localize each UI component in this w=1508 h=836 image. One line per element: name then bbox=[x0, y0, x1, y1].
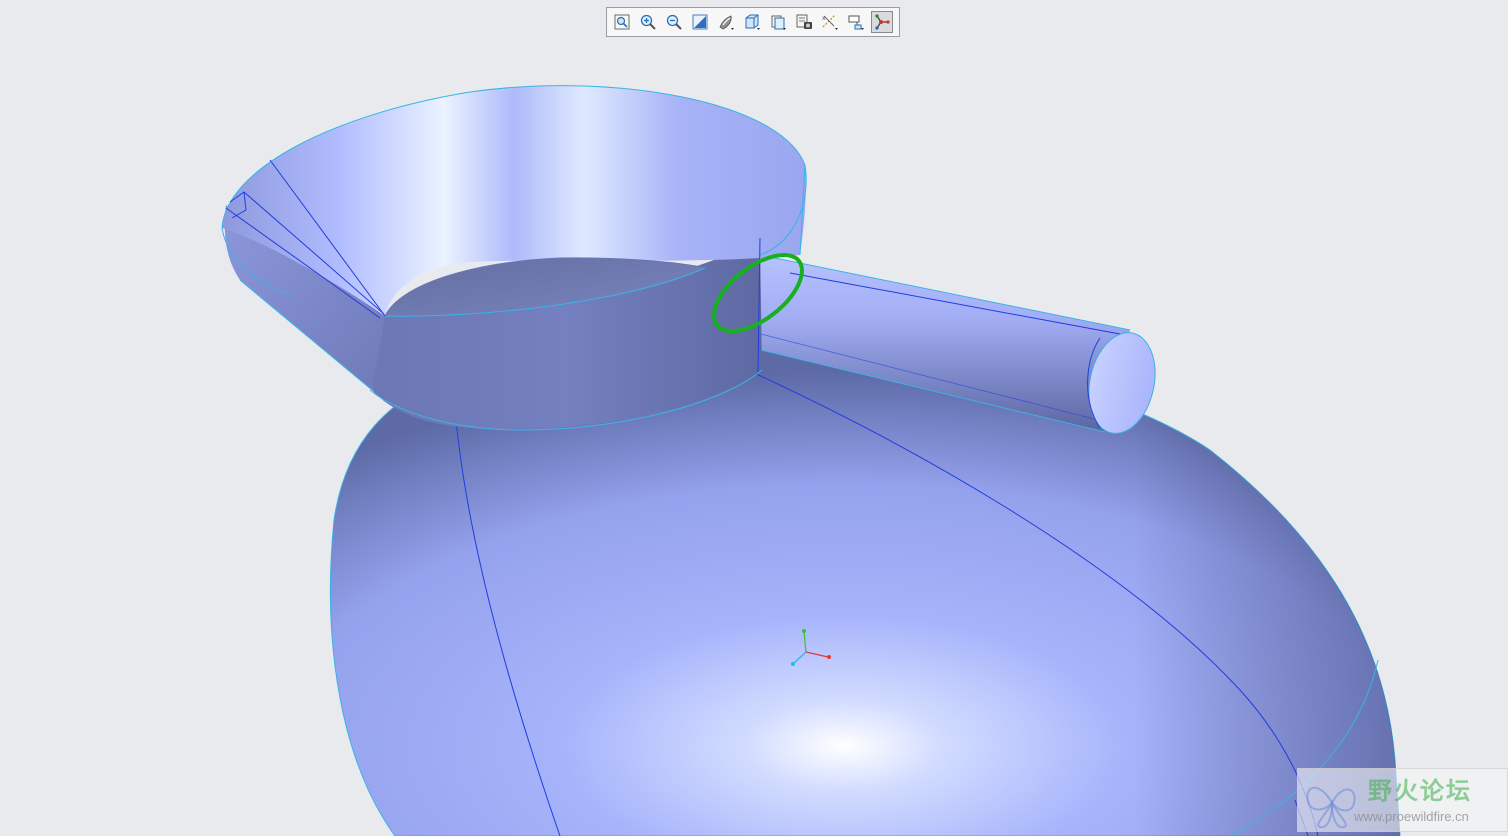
butterfly-logo-icon bbox=[1306, 786, 1356, 829]
spin-center-icon bbox=[875, 14, 890, 30]
refit-button[interactable] bbox=[611, 11, 633, 33]
annotation-display-button[interactable] bbox=[845, 11, 867, 33]
saved-orientations-icon bbox=[745, 14, 760, 30]
svg-text:x: x bbox=[822, 15, 826, 22]
refit-icon bbox=[614, 14, 630, 30]
zoom-in-button[interactable] bbox=[637, 11, 659, 33]
funnel-surface[interactable] bbox=[221, 85, 807, 431]
zoom-out-icon bbox=[666, 14, 682, 30]
annotation-display-icon bbox=[848, 15, 864, 30]
model-view[interactable] bbox=[0, 0, 1508, 836]
view-manager-button[interactable] bbox=[767, 11, 789, 33]
saved-orientations-button[interactable] bbox=[741, 11, 763, 33]
spin-center-button[interactable] bbox=[871, 11, 893, 33]
repaint-icon bbox=[692, 14, 708, 30]
display-style-icon bbox=[719, 15, 734, 30]
datum-display-filters-button[interactable]: x bbox=[819, 11, 841, 33]
view-manager-icon bbox=[771, 15, 786, 30]
graphics-toolbar: x bbox=[606, 7, 900, 37]
zoom-out-button[interactable] bbox=[663, 11, 685, 33]
perspective-view-icon bbox=[796, 14, 812, 29]
repaint-button[interactable] bbox=[689, 11, 711, 33]
watermark-title: 野火论坛 bbox=[1368, 777, 1472, 805]
zoom-in-icon bbox=[640, 14, 656, 30]
watermark-url: www.proewildfire.cn bbox=[1354, 809, 1469, 824]
datum-display-filters-icon: x bbox=[822, 14, 838, 30]
graphics-area[interactable]: x 野火论坛 www.proewildfire.cn bbox=[0, 0, 1508, 836]
perspective-view-button[interactable] bbox=[793, 11, 815, 33]
display-style-button[interactable] bbox=[715, 11, 737, 33]
forum-watermark: 野火论坛 www.proewildfire.cn bbox=[1297, 768, 1508, 832]
